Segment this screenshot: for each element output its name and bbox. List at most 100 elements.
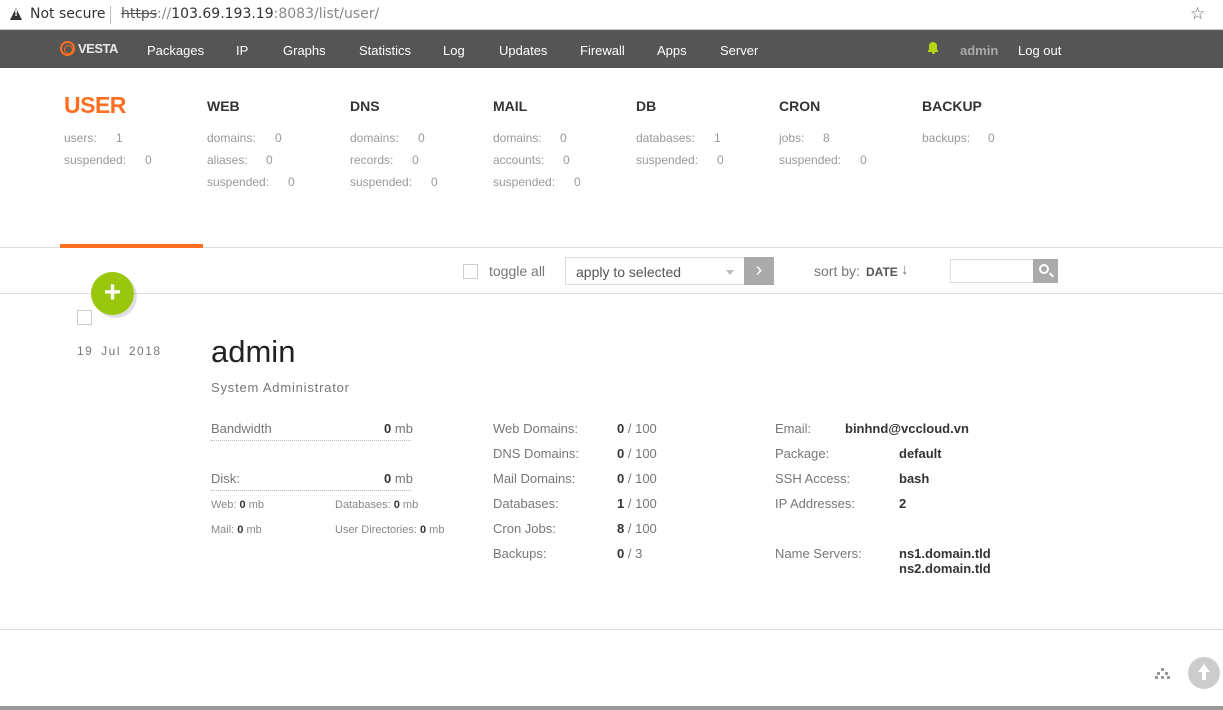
stats-row: suspended: 0 (779, 153, 867, 167)
chevron-right-icon: › (755, 259, 763, 281)
logo-icon (60, 41, 75, 56)
logout-link[interactable]: Log out (1018, 43, 1061, 58)
disk-databases: Databases: 0 mb (335, 499, 419, 511)
limit-mail-domains-label: Mail Domains: (493, 471, 576, 486)
security-label[interactable]: Not secure (30, 6, 106, 22)
grid-dots-icon[interactable] (1155, 668, 1171, 680)
stats-user-title: USER (64, 92, 126, 118)
search-icon (1039, 264, 1049, 274)
stats-row: suspended: 0 (636, 153, 724, 167)
divider (211, 490, 411, 491)
divider (0, 629, 1223, 630)
nav-statistics[interactable]: Statistics (359, 43, 411, 58)
scroll-to-top-button[interactable] (1188, 657, 1220, 689)
logo-text: VESTA (78, 41, 118, 56)
disk-web: Web: 0 mb (211, 499, 265, 511)
ssh-access-label: SSH Access: (775, 471, 851, 486)
stats-row: domains: 0 (350, 131, 425, 145)
limit-backups-value: 0 / 3 (617, 546, 643, 561)
limit-backups-label: Backups: (493, 546, 547, 561)
nav-server[interactable]: Server (720, 43, 758, 58)
bulk-action-placeholder: apply to selected (576, 264, 682, 280)
divider (211, 440, 411, 441)
stats-web-title: WEB (207, 98, 240, 114)
nav-ip[interactable]: IP (236, 43, 248, 58)
stats-row: users: 1 (64, 131, 123, 145)
stats-row: suspended: 0 (350, 175, 438, 189)
toggle-all-label[interactable]: toggle all (489, 263, 545, 279)
search-input[interactable] (950, 259, 1034, 283)
disk-label: Disk: (211, 471, 240, 486)
stats-cron-title: CRON (779, 98, 821, 114)
ip-addresses-label: IP Addresses: (775, 496, 855, 511)
stats-row: suspended: 0 (493, 175, 581, 189)
nav-packages[interactable]: Packages (147, 43, 204, 58)
user-name[interactable]: admin (211, 334, 295, 370)
package-value: default (899, 446, 942, 461)
stats-row: databases: 1 (636, 131, 721, 145)
search-button[interactable] (1033, 259, 1058, 283)
bell-icon[interactable] (928, 42, 938, 54)
url-path: :8083/list/user/ (273, 6, 380, 22)
email-label: Email: (775, 421, 812, 436)
row-checkbox[interactable] (77, 310, 92, 325)
stats-row: suspended: 0 (207, 175, 295, 189)
stats-header: USER users: 1 suspended: 0 WEB domains: 0 a… (0, 68, 1223, 248)
limit-databases-value: 1 / 100 (617, 496, 657, 511)
window-bottom-edge (0, 706, 1223, 710)
bulk-action-select[interactable]: apply to selected (565, 257, 745, 285)
ip-addresses-value: 2 (899, 496, 907, 511)
bandwidth-value: 0 mb (384, 421, 413, 436)
nav-user[interactable]: admin (960, 43, 998, 58)
sort-value[interactable]: DATE (866, 265, 898, 279)
warning-icon[interactable] (10, 8, 22, 20)
apply-button[interactable]: › (744, 257, 774, 285)
disk-mail: Mail: 0 mb (211, 524, 262, 536)
nav-log[interactable]: Log (443, 43, 465, 58)
disk-value: 0 mb (384, 471, 413, 486)
nav-apps[interactable]: Apps (657, 43, 687, 58)
vesta-logo[interactable]: VESTA (60, 41, 118, 56)
bookmark-star-icon[interactable]: ☆ (1190, 4, 1205, 24)
email-value: binhnd@vccloud.vn (845, 421, 969, 436)
limit-web-domains-label: Web Domains: (493, 421, 579, 436)
stats-row: accounts: 0 (493, 153, 570, 167)
ssh-access-value: bash (899, 471, 930, 486)
nav-firewall[interactable]: Firewall (580, 43, 625, 58)
user-role: System Administrator (211, 380, 350, 395)
limit-databases-label: Databases: (493, 496, 559, 511)
url-host: 103.69.193.19 (171, 6, 274, 22)
chevron-down-icon (726, 270, 734, 275)
name-server-2: ns2.domain.tld (899, 561, 991, 576)
nav-graphs[interactable]: Graphs (283, 43, 326, 58)
stats-mail-title: MAIL (493, 98, 528, 114)
url-field[interactable]: https://103.69.193.19:8083/list/user/ (121, 6, 379, 22)
sort-arrow-icon[interactable]: ↓ (901, 261, 909, 278)
package-label: Package: (775, 446, 830, 461)
stats-row: jobs: 8 (779, 131, 830, 145)
limit-dns-domains-label: DNS Domains: (493, 446, 579, 461)
browser-address-bar: Not secure https://103.69.193.19:8083/li… (0, 0, 1223, 30)
url-separator: :// (157, 6, 172, 22)
user-date: 19 Jul 2018 (77, 344, 162, 358)
add-user-button[interactable]: + (91, 272, 134, 315)
stats-row: domains: 0 (207, 131, 282, 145)
limit-dns-domains-value: 0 / 100 (617, 446, 657, 461)
stats-dns-title: DNS (350, 98, 380, 114)
name-servers-label: Name Servers: (775, 546, 862, 561)
url-protocol: https (121, 6, 158, 22)
stats-row: aliases: 0 (207, 153, 273, 167)
toggle-all-checkbox[interactable] (463, 264, 478, 279)
bandwidth-label: Bandwidth (211, 421, 272, 436)
stats-row: records: 0 (350, 153, 419, 167)
nav-updates[interactable]: Updates (499, 43, 547, 58)
stats-row: backups: 0 (922, 131, 995, 145)
stats-row: suspended: 0 (64, 153, 152, 167)
limit-cron-jobs-label: Cron Jobs: (493, 521, 556, 536)
list-toolbar: toggle all apply to selected › sort by: … (0, 248, 1223, 294)
stats-backup-title: BACKUP (922, 98, 982, 114)
top-nav: VESTA Packages IP Graphs Statistics Log … (0, 30, 1223, 68)
stats-row: domains: 0 (493, 131, 567, 145)
divider (110, 6, 111, 24)
limit-cron-jobs-value: 8 / 100 (617, 521, 657, 536)
